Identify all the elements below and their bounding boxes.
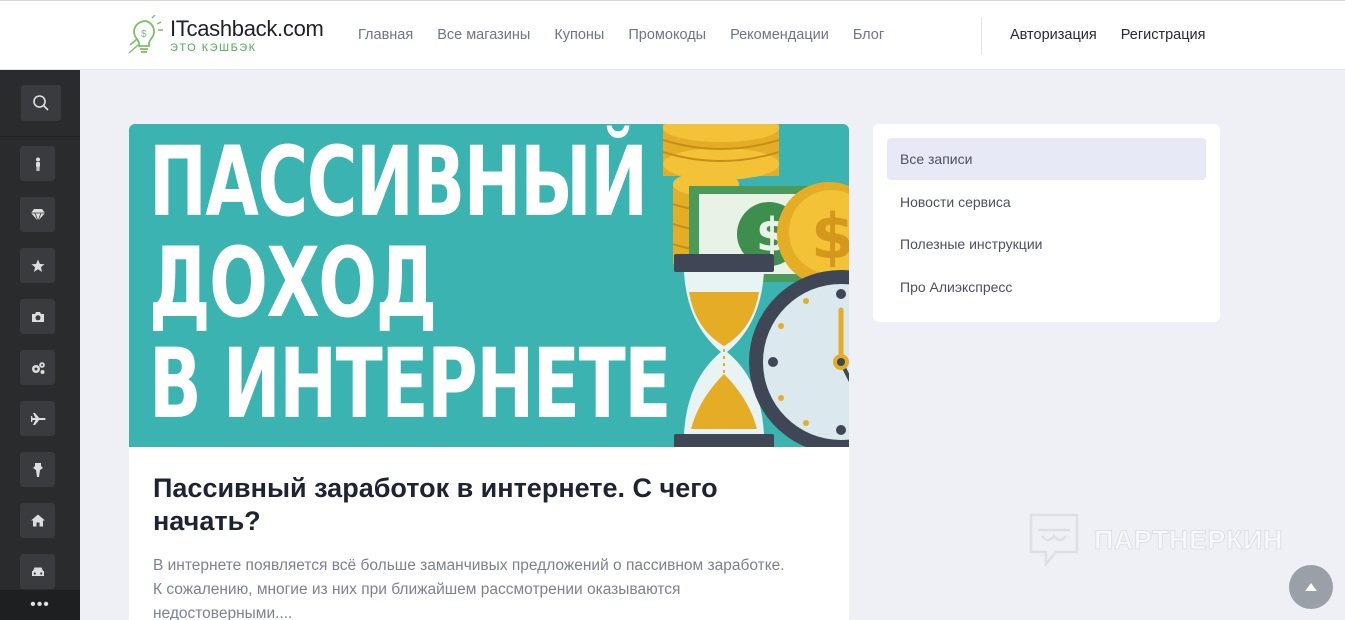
sidebar-item-star[interactable] xyxy=(20,248,55,283)
cover-headline: ПАССИВНЫЙ ДОХОД В ИНТЕРНЕТЕ xyxy=(149,126,671,440)
svg-text:$: $ xyxy=(141,29,147,40)
car-icon xyxy=(31,567,44,576)
svg-text:$: $ xyxy=(811,200,849,273)
main-nav: Главная Все магазины Купоны Промокоды Ре… xyxy=(358,27,884,43)
lightbulb-icon: $ xyxy=(128,15,163,54)
sidebar-item-diamond[interactable] xyxy=(20,197,55,232)
register-link[interactable]: Регистрация xyxy=(1121,27,1206,43)
post-excerpt: В интернете появляется всё больше заманч… xyxy=(153,557,785,620)
nav-link-coupons[interactable]: Купоны xyxy=(554,27,604,43)
blog-categories-panel: Все записи Новости сервиса Полезные инст… xyxy=(873,124,1220,322)
post-cover-image[interactable]: ПАССИВНЫЙ ДОХОД В ИНТЕРНЕТЕ $ $ xyxy=(129,124,849,447)
watermark: ПАРТНЕРКИН xyxy=(1028,512,1283,568)
site-header: $ ITcashback.com ЭТО КЭШБЭК Главная Все … xyxy=(0,0,1345,70)
sidebar-divider xyxy=(0,136,80,137)
sidebar-item-person[interactable] xyxy=(20,146,55,181)
login-link[interactable]: Авторизация xyxy=(1010,27,1097,43)
nav-link-promocodes[interactable]: Промокоды xyxy=(628,27,706,43)
airplane-icon xyxy=(30,412,45,425)
auth-links: Авторизация Регистрация xyxy=(1010,27,1206,43)
sidebar-item-home[interactable] xyxy=(20,503,55,538)
sidebar-item-airplane[interactable] xyxy=(20,401,55,436)
suit-icon xyxy=(32,462,43,477)
camera-icon xyxy=(31,311,44,322)
star-icon xyxy=(31,259,44,272)
search-icon xyxy=(33,95,49,111)
sidebar-item-camera[interactable] xyxy=(20,299,55,334)
logo-title: ITcashback.com xyxy=(170,15,324,41)
sidebar-item-gears[interactable] xyxy=(20,350,55,385)
watermark-text: ПАРТНЕРКИН xyxy=(1094,524,1283,555)
nav-link-recommendations[interactable]: Рекомендации xyxy=(730,27,829,43)
sidebar-item-car[interactable] xyxy=(20,554,55,589)
blog-post-card[interactable]: ПАССИВНЫЙ ДОХОД В ИНТЕРНЕТЕ $ $ Пассивны… xyxy=(129,124,849,620)
category-sidebar: ••• xyxy=(0,70,80,620)
category-aliexpress[interactable]: Про Алиэкспресс xyxy=(887,266,1206,308)
cover-line-1: ПАССИВНЫЙ xyxy=(149,126,648,238)
site-logo[interactable]: $ ITcashback.com ЭТО КЭШБЭК xyxy=(128,15,324,55)
nav-link-home[interactable]: Главная xyxy=(358,27,413,43)
nav-divider xyxy=(981,17,982,55)
logo-subtitle: ЭТО КЭШБЭК xyxy=(170,41,257,54)
scroll-to-top-button[interactable] xyxy=(1289,565,1333,609)
cover-line-3: В ИНТЕРНЕТЕ xyxy=(149,328,671,440)
post-title[interactable]: Пассивный заработок в интернете. С чего … xyxy=(153,472,793,538)
nav-link-blog[interactable]: Блог xyxy=(853,27,884,43)
chevron-up-icon xyxy=(1305,583,1317,591)
category-useful-guides[interactable]: Полезные инструкции xyxy=(887,223,1206,265)
nav-link-all-stores[interactable]: Все магазины xyxy=(437,27,530,43)
money-clock-illustration: $ $ xyxy=(662,124,849,447)
category-service-news[interactable]: Новости сервиса xyxy=(887,181,1206,223)
watermark-logo-icon xyxy=(1029,513,1079,568)
gears-icon xyxy=(31,361,45,374)
person-icon xyxy=(35,157,40,171)
home-icon xyxy=(30,514,45,527)
sidebar-more-button[interactable]: ••• xyxy=(0,590,80,620)
sidebar-search-button[interactable] xyxy=(21,85,61,121)
cover-line-2: ДОХОД xyxy=(149,227,437,339)
diamond-icon xyxy=(30,208,45,221)
category-all-posts[interactable]: Все записи xyxy=(887,138,1206,180)
sidebar-item-suit[interactable] xyxy=(20,452,55,487)
